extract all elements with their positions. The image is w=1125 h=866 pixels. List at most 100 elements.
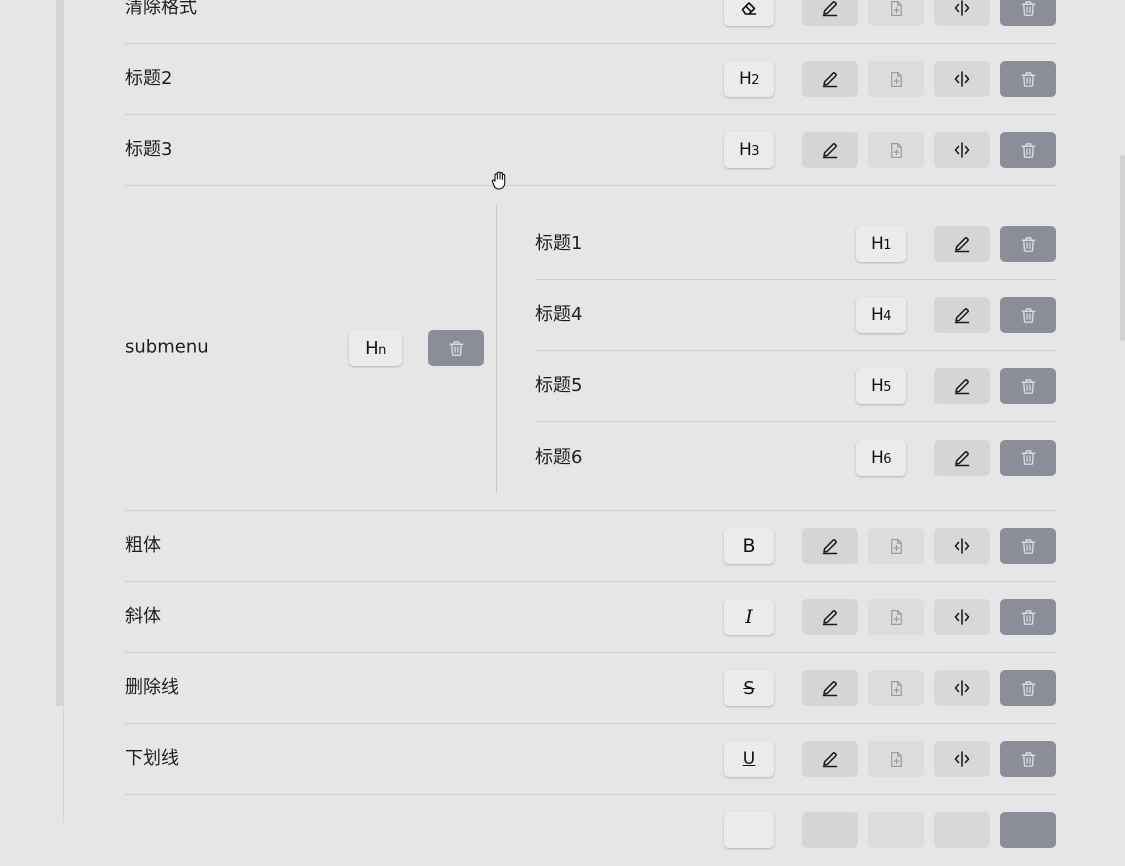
add-submenu-button[interactable] (868, 599, 924, 635)
submenu-row-heading4: 标题4 H4 (535, 280, 1057, 351)
split-icon (952, 607, 972, 627)
submenu-icon-preview[interactable]: Hn (349, 330, 402, 366)
icon-preview[interactable]: U (724, 741, 774, 777)
icon-preview[interactable] (724, 812, 774, 848)
split-icon (952, 69, 972, 89)
icon-preview[interactable]: I (724, 599, 774, 635)
submenu-delete-button[interactable] (428, 330, 484, 366)
heading-n-icon: Hn (365, 337, 386, 359)
submenu-item-label: 标题1 (535, 233, 583, 254)
trash-icon (1019, 448, 1038, 467)
menu-row-bold: 粗体 B (125, 511, 1057, 582)
edit-button[interactable] (802, 599, 858, 635)
heading3-icon: H3 (738, 140, 760, 160)
submenu-row-heading1: 标题1 H1 (535, 209, 1057, 280)
edit-button[interactable] (934, 368, 990, 404)
add-submenu-button[interactable] (868, 812, 924, 848)
edit-button[interactable] (802, 812, 858, 848)
icon-preview[interactable]: H1 (856, 226, 906, 262)
pencil-icon (820, 749, 840, 769)
menu-row-next (125, 795, 1057, 866)
submenu-divider (496, 205, 497, 493)
delete-button[interactable] (1000, 61, 1056, 97)
add-submenu-button[interactable] (868, 528, 924, 564)
split-button[interactable] (934, 670, 990, 706)
add-submenu-button[interactable] (868, 670, 924, 706)
file-plus-icon (887, 0, 906, 18)
split-button[interactable] (934, 0, 990, 26)
main-scrollbar-thumb[interactable] (1120, 155, 1125, 341)
edit-button[interactable] (934, 297, 990, 333)
split-button[interactable] (934, 132, 990, 168)
split-icon (952, 678, 972, 698)
heading5-icon: H5 (870, 376, 892, 396)
menu-item-label: 下划线 (125, 748, 179, 769)
file-plus-icon (887, 679, 906, 698)
edit-button[interactable] (802, 0, 858, 26)
delete-button[interactable] (1000, 439, 1056, 476)
icon-preview[interactable] (724, 0, 774, 26)
split-button[interactable] (934, 61, 990, 97)
delete-button[interactable] (1000, 297, 1056, 333)
edit-button[interactable] (802, 61, 858, 97)
split-button[interactable] (934, 812, 990, 848)
menu-item-label: 删除线 (125, 677, 179, 698)
submenu-group: submenu Hn 标题1 H1 标题4 H4 标题5 H5 标题6 H6 (125, 186, 1057, 511)
icon-preview[interactable]: H3 (724, 132, 774, 168)
edit-button[interactable] (802, 741, 858, 777)
file-plus-icon (887, 608, 906, 627)
trash-icon (1019, 306, 1038, 325)
split-icon (952, 749, 972, 769)
edit-button[interactable] (802, 132, 858, 168)
delete-button[interactable] (1000, 0, 1056, 26)
delete-button[interactable] (1000, 599, 1056, 635)
split-icon (952, 536, 972, 556)
trash-icon (1019, 377, 1038, 396)
delete-button[interactable] (1000, 368, 1056, 404)
delete-button[interactable] (1000, 812, 1056, 848)
bold-icon: B (742, 535, 756, 557)
split-icon (952, 0, 972, 18)
pencil-icon (820, 536, 840, 556)
add-submenu-button[interactable] (868, 0, 924, 26)
grab-hand-icon (490, 170, 510, 192)
delete-button[interactable] (1000, 528, 1056, 564)
pencil-icon (820, 69, 840, 89)
file-plus-icon (887, 141, 906, 160)
delete-button[interactable] (1000, 741, 1056, 777)
add-submenu-button[interactable] (868, 61, 924, 97)
italic-icon: I (745, 606, 753, 628)
edit-button[interactable] (802, 670, 858, 706)
delete-button[interactable] (1000, 132, 1056, 168)
icon-preview[interactable]: H4 (856, 297, 906, 333)
delete-button[interactable] (1000, 226, 1056, 262)
menu-row-italic: 斜体 I (125, 582, 1057, 653)
edit-button[interactable] (934, 439, 990, 476)
trash-icon (1019, 70, 1038, 89)
split-button[interactable] (934, 599, 990, 635)
split-icon (952, 140, 972, 160)
menu-item-label: 标题3 (125, 139, 173, 160)
trash-icon (1019, 679, 1038, 698)
icon-preview[interactable]: B (724, 528, 774, 564)
file-plus-icon (887, 70, 906, 89)
heading6-icon: H6 (870, 447, 892, 468)
icon-preview[interactable]: H5 (856, 368, 906, 404)
panel-divider (63, 0, 64, 822)
trash-icon (1019, 235, 1038, 254)
trash-icon (1019, 141, 1038, 160)
delete-button[interactable] (1000, 670, 1056, 706)
edit-button[interactable] (802, 528, 858, 564)
pencil-icon (820, 0, 840, 18)
menu-item-label: 粗体 (125, 535, 161, 556)
split-button[interactable] (934, 528, 990, 564)
edit-button[interactable] (934, 226, 990, 262)
add-submenu-button[interactable] (868, 132, 924, 168)
strikethrough-icon: S (743, 677, 755, 699)
split-button[interactable] (934, 741, 990, 777)
eraser-icon (739, 0, 759, 18)
icon-preview[interactable]: H2 (724, 61, 774, 97)
add-submenu-button[interactable] (868, 741, 924, 777)
icon-preview[interactable]: S (724, 670, 774, 706)
icon-preview[interactable]: H6 (856, 439, 906, 476)
